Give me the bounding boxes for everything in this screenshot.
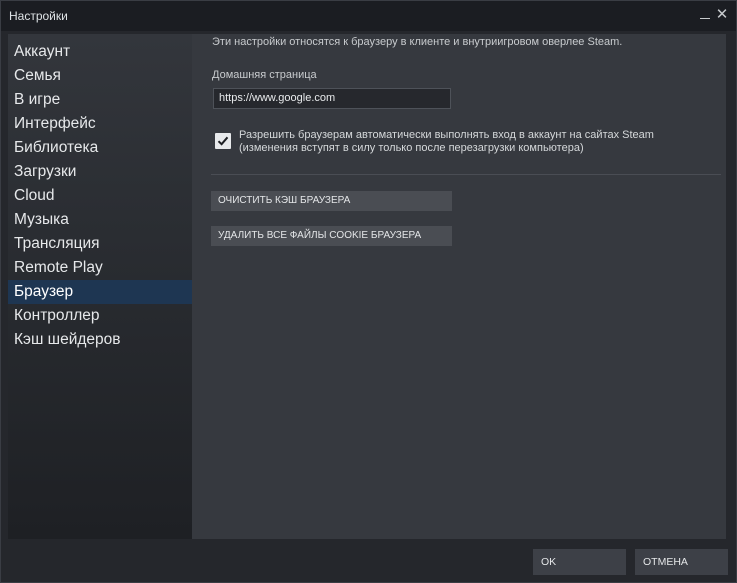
panel-description: Эти настройки относятся к браузеру в кли… bbox=[212, 36, 623, 48]
window-title: Настройки bbox=[9, 9, 68, 23]
close-button[interactable]: ✕ bbox=[714, 6, 730, 24]
sidebar-item-music[interactable]: Музыка bbox=[8, 208, 192, 232]
home-page-input[interactable]: https://www.google.com bbox=[213, 88, 451, 109]
minimize-button[interactable] bbox=[697, 6, 713, 24]
sidebar-item-label: Загрузки bbox=[14, 163, 77, 180]
settings-window: Настройки ✕ Аккаунт Семья В игре Интерфе… bbox=[0, 0, 737, 583]
auto-login-note: (изменения вступят в силу только после п… bbox=[239, 142, 584, 154]
sidebar-item-label: В игре bbox=[14, 91, 61, 108]
auto-login-checkbox[interactable] bbox=[215, 133, 231, 149]
sidebar-item-remote-play[interactable]: Remote Play bbox=[8, 256, 192, 280]
sidebar-item-label: Библиотека bbox=[14, 139, 99, 156]
home-page-label: Домашняя страница bbox=[212, 69, 317, 81]
clear-cache-button[interactable]: ОЧИСТИТЬ КЭШ БРАУЗЕРА bbox=[211, 191, 452, 211]
delete-cookies-button[interactable]: УДАЛИТЬ ВСЕ ФАЙЛЫ COOKIE БРАУЗЕРА bbox=[211, 226, 452, 246]
sidebar-item-label: Remote Play bbox=[14, 259, 103, 276]
sidebar-item-label: Интерфейс bbox=[14, 115, 96, 132]
sidebar-item-interface[interactable]: Интерфейс bbox=[8, 112, 192, 136]
sidebar-item-downloads[interactable]: Загрузки bbox=[8, 160, 192, 184]
sidebar-item-label: Браузер bbox=[14, 283, 74, 300]
auto-login-text: Разрешить браузерам автоматически выполн… bbox=[239, 129, 699, 155]
sidebar-item-account[interactable]: Аккаунт bbox=[8, 40, 192, 64]
sidebar-item-broadcast[interactable]: Трансляция bbox=[8, 232, 192, 256]
sidebar-item-shader-cache[interactable]: Кэш шейдеров bbox=[8, 328, 192, 352]
sidebar-item-label: Семья bbox=[14, 67, 61, 84]
sidebar-item-label: Cloud bbox=[14, 187, 55, 204]
browser-settings-panel: Эти настройки относятся к браузеру в кли… bbox=[192, 34, 726, 539]
sidebar-item-library[interactable]: Библиотека bbox=[8, 136, 192, 160]
section-divider bbox=[211, 174, 721, 175]
sidebar-item-label: Кэш шейдеров bbox=[14, 331, 121, 348]
ok-button[interactable]: OK bbox=[533, 549, 626, 575]
sidebar-item-browser[interactable]: Браузер bbox=[8, 280, 192, 304]
checkmark-icon bbox=[217, 136, 229, 146]
sidebar-item-controller[interactable]: Контроллер bbox=[8, 304, 192, 328]
auto-login-label: Разрешить браузерам автоматически выполн… bbox=[239, 129, 654, 141]
cancel-button[interactable]: ОТМЕНА bbox=[635, 549, 728, 575]
sidebar-item-label: Аккаунт bbox=[14, 43, 71, 60]
minimize-icon bbox=[700, 18, 710, 19]
sidebar-item-family[interactable]: Семья bbox=[8, 64, 192, 88]
sidebar-item-label: Трансляция bbox=[14, 235, 100, 252]
settings-sidebar: Аккаунт Семья В игре Интерфейс Библиотек… bbox=[8, 34, 192, 539]
sidebar-item-label: Музыка bbox=[14, 211, 69, 228]
close-icon: ✕ bbox=[715, 6, 729, 23]
title-bar[interactable]: Настройки ✕ bbox=[1, 1, 736, 31]
sidebar-item-cloud[interactable]: Cloud bbox=[8, 184, 192, 208]
sidebar-item-in-game[interactable]: В игре bbox=[8, 88, 192, 112]
sidebar-item-label: Контроллер bbox=[14, 307, 100, 324]
